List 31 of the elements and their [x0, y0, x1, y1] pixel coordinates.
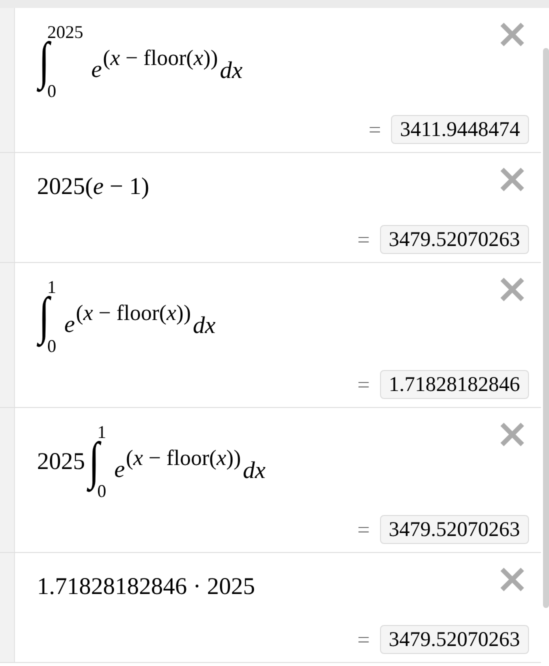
equals-sign: =	[368, 116, 382, 142]
expression-text: 2025(e − 1)	[37, 174, 150, 200]
close-button[interactable]: ×	[493, 14, 531, 54]
exponent-base: e	[64, 312, 75, 339]
exponent: (x − floor(x))	[126, 445, 241, 472]
expression-text: 1.71828182846 · 2025	[37, 574, 255, 600]
coefficient: 2025	[37, 448, 85, 476]
differential: dx	[220, 58, 243, 84]
differential: dx	[192, 312, 216, 339]
upper-limit: 1	[97, 422, 106, 442]
exponent-base: e	[114, 458, 125, 484]
close-button[interactable]: ×	[493, 159, 531, 199]
equals-sign: =	[357, 226, 370, 252]
upper-limit: 1	[47, 277, 56, 297]
equals-sign: =	[357, 626, 370, 652]
scrollbar[interactable]	[543, 48, 549, 608]
result-value: 3479.52070263	[380, 225, 529, 254]
exponent: (x − floor(x))	[102, 45, 218, 72]
close-button[interactable]: ×	[493, 414, 531, 454]
equals-sign: =	[357, 372, 370, 398]
equals-sign: =	[357, 516, 370, 542]
result-value: 3479.52070263	[380, 625, 529, 654]
close-button[interactable]: ×	[493, 269, 531, 309]
result-value: 3411.9448474	[391, 115, 529, 144]
exponent: (x − floor(x))	[76, 300, 191, 326]
upper-limit: 2025	[47, 22, 84, 42]
result-value: 1.71828182846	[380, 370, 529, 399]
result-value: 3479.52070263	[380, 515, 529, 544]
exponent-base: e	[91, 58, 102, 84]
close-button[interactable]: ×	[493, 559, 531, 599]
differential: dx	[242, 458, 266, 484]
